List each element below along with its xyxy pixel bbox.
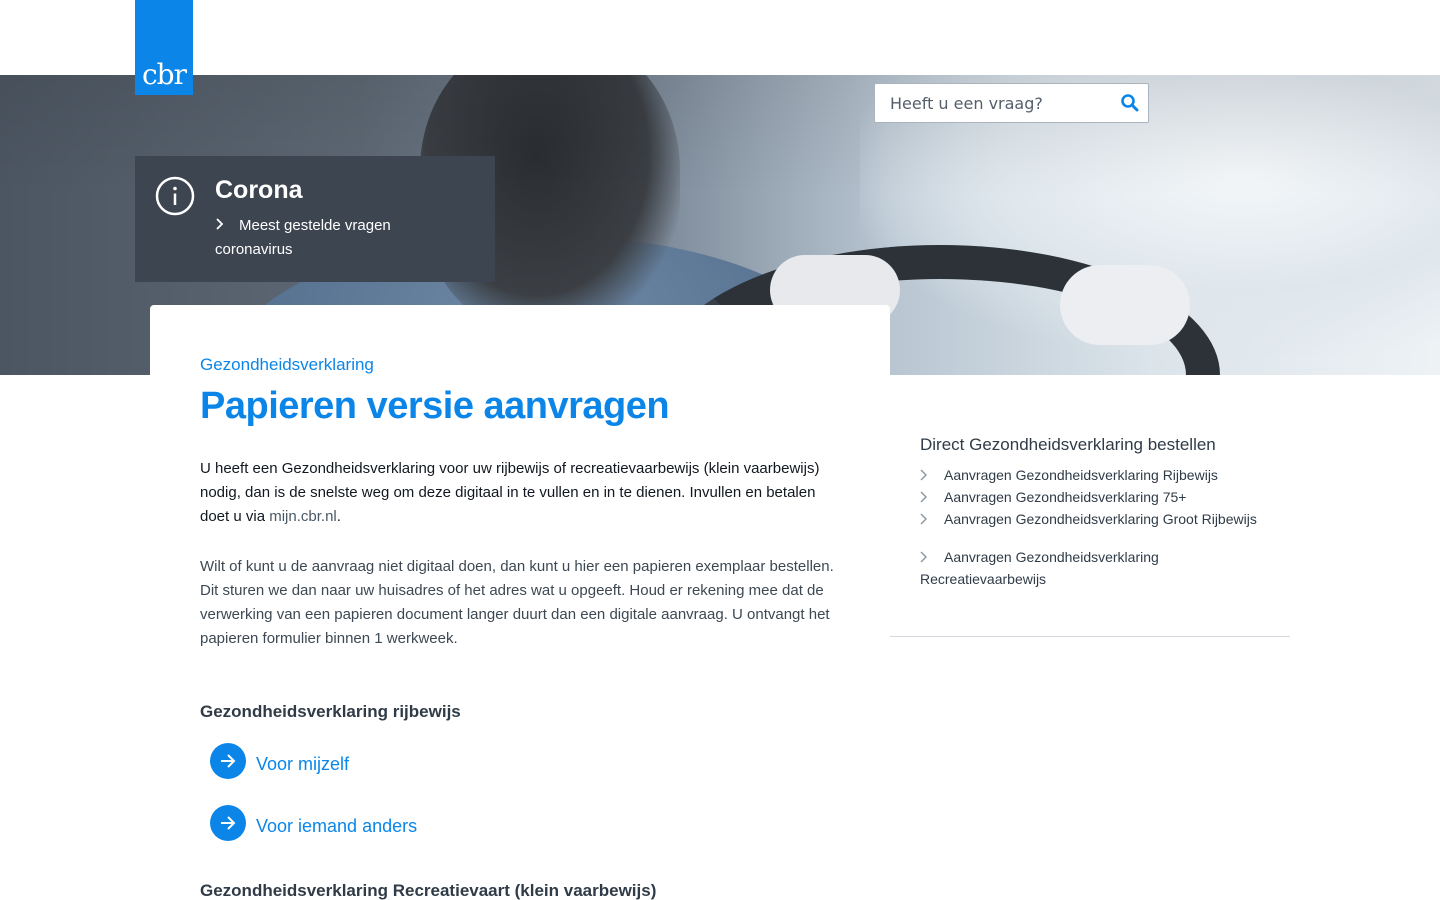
corona-banner: Corona Meest gestelde vragen coronavirus	[135, 156, 495, 282]
sidebar-link-75plus[interactable]: Aanvragen Gezondheidsverklaring 75+	[920, 486, 1280, 508]
arrow-right-icon	[210, 743, 246, 779]
chevron-right-icon	[920, 487, 928, 503]
chevron-right-icon	[920, 547, 928, 563]
cbr-logo[interactable]: cbr	[135, 0, 193, 95]
voor-iemand-anders-button[interactable]: Voor iemand anders	[210, 805, 417, 841]
chevron-right-icon	[215, 214, 225, 230]
search-icon[interactable]	[1120, 93, 1140, 113]
section-rijbewijs-title: Gezondheidsverklaring rijbewijs	[200, 702, 461, 721]
search-box	[874, 83, 1149, 123]
top-bar	[0, 0, 1440, 75]
section-recreatievaart-title: Gezondheidsverklaring Recreatievaart (kl…	[200, 881, 657, 900]
main-content: Gezondheidsverklaring Papieren versie aa…	[150, 305, 890, 900]
arrow-right-icon	[210, 805, 246, 841]
sidebar-link-label: Aanvragen Gezondheidsverklaring Rijbewij…	[944, 467, 1218, 483]
voor-mijzelf-label: Voor mijzelf	[256, 753, 350, 774]
corona-faq-label: Meest gestelde vragen coronavirus	[215, 217, 391, 258]
voor-iemand-anders-label: Voor iemand anders	[256, 815, 418, 836]
page-title: Papieren versie aanvragen	[200, 385, 670, 427]
paper-info-text: Wilt of kunt u de aanvraag niet digitaal…	[200, 558, 834, 647]
info-icon	[155, 176, 195, 216]
sidebar-link-groot-rijbewijs[interactable]: Aanvragen Gezondheidsverklaring Groot Ri…	[920, 508, 1280, 530]
logo-text: cbr	[142, 58, 187, 91]
breadcrumb[interactable]: Gezondheidsverklaring	[200, 355, 374, 375]
sidebar-link-rijbewijs[interactable]: Aanvragen Gezondheidsverklaring Rijbewij…	[920, 464, 1280, 486]
sidebar: Direct Gezondheidsverklaring bestellen A…	[890, 375, 1290, 637]
search-input[interactable]	[875, 84, 1115, 122]
sidebar-link-recreatievaarbewijs[interactable]: Aanvragen Gezondheidsverklaring Recreati…	[920, 546, 1220, 590]
sidebar-link-label: Aanvragen Gezondheidsverklaring Recreati…	[920, 549, 1159, 587]
voor-mijzelf-button[interactable]: Voor mijzelf	[210, 743, 349, 779]
sidebar-title: Direct Gezondheidsverklaring bestellen	[920, 435, 1216, 454]
intro-text: U heeft een Gezondheidsverklaring voor u…	[200, 457, 840, 529]
chevron-right-icon	[920, 509, 928, 525]
intro-end: .	[336, 508, 341, 525]
chevron-right-icon	[920, 465, 928, 481]
sidebar-link-label: Aanvragen Gezondheidsverklaring 75+	[944, 489, 1187, 505]
mijn-cbr-link[interactable]: mijn.cbr.nl	[269, 508, 337, 525]
sidebar-link-label: Aanvragen Gezondheidsverklaring Groot Ri…	[944, 511, 1257, 527]
corona-faq-link[interactable]: Meest gestelde vragen coronavirus	[215, 214, 465, 262]
corona-title: Corona	[215, 176, 303, 204]
